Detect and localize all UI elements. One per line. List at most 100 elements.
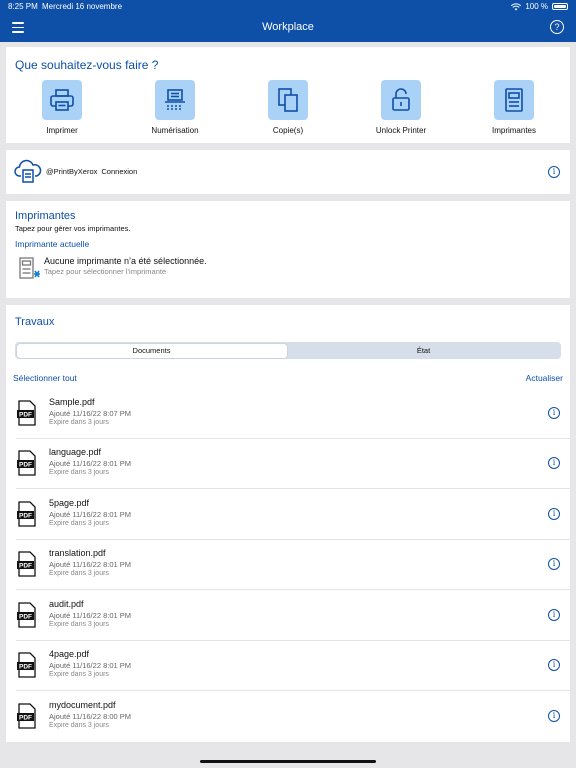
- job-added: Ajouté 11/16/22 8:01 PM: [49, 510, 132, 519]
- unlock-icon: [381, 80, 421, 120]
- printers-subtitle: Tapez pour gérer vos imprimantes.: [15, 224, 131, 233]
- jobs-card: Travaux Documents État Sélectionner tout…: [6, 305, 570, 742]
- job-name: 4page.pdf: [49, 649, 90, 659]
- job-info-icon[interactable]: i: [548, 710, 560, 722]
- row-divider: [16, 690, 570, 691]
- unlock-printer-button[interactable]: Unlock Printer: [351, 80, 451, 135]
- svg-text:PDF: PDF: [19, 513, 32, 520]
- svg-text:PDF: PDF: [19, 614, 32, 621]
- svg-text:PDF: PDF: [19, 664, 32, 671]
- job-info-icon[interactable]: i: [548, 457, 560, 469]
- job-added: Ajouté 11/16/22 8:00 PM: [49, 712, 132, 721]
- job-row[interactable]: PDF mydocument.pdf Ajouté 11/16/22 8:00 …: [6, 692, 570, 742]
- svg-text:PDF: PDF: [19, 563, 32, 570]
- job-expires: Expire dans 3 jours: [49, 722, 109, 729]
- job-name: language.pdf: [49, 447, 102, 457]
- printers-label: Imprimantes: [491, 126, 536, 135]
- job-expires: Expire dans 3 jours: [49, 520, 109, 527]
- current-printer-label: Imprimante actuelle: [15, 239, 90, 249]
- pdf-file-icon: PDF: [17, 400, 36, 426]
- cloud-info-icon[interactable]: i: [548, 166, 560, 178]
- cloud-login-link[interactable]: Connexion: [101, 167, 137, 176]
- svg-text:PDF: PDF: [19, 412, 32, 419]
- status-right: 100 %: [511, 2, 568, 11]
- row-divider: [16, 589, 570, 590]
- pdf-file-icon: PDF: [17, 551, 36, 577]
- copy-icon: [268, 80, 308, 120]
- job-row[interactable]: PDF 4page.pdf Ajouté 11/16/22 8:01 PM Ex…: [6, 641, 570, 691]
- row-divider: [16, 488, 570, 489]
- print-button[interactable]: Imprimer: [12, 80, 112, 135]
- pdf-file-icon: PDF: [17, 501, 36, 527]
- printer-icon: [42, 80, 82, 120]
- copy-label: Copie(s): [272, 126, 304, 135]
- scanner-icon: [155, 80, 195, 120]
- job-info-icon[interactable]: i: [548, 558, 560, 570]
- jobs-title: Travaux: [15, 316, 55, 328]
- job-info-icon[interactable]: i: [548, 407, 560, 419]
- select-all-link[interactable]: Sélectionner tout: [13, 373, 77, 383]
- home-indicator[interactable]: [200, 760, 376, 763]
- wifi-icon: [511, 2, 522, 10]
- cloud-handle: @PrintByXerox: [46, 167, 98, 176]
- nav-title: Workplace: [262, 21, 314, 33]
- job-added: Ajouté 11/16/22 8:01 PM: [49, 560, 132, 569]
- cloud-login-text: @PrintByXerox Connexion: [46, 167, 137, 176]
- scan-button[interactable]: Numérisation: [125, 80, 225, 135]
- job-added: Ajouté 11/16/22 8:01 PM: [49, 661, 132, 670]
- pdf-file-icon: PDF: [17, 703, 36, 729]
- job-row[interactable]: PDF language.pdf Ajouté 11/16/22 8:01 PM…: [6, 439, 570, 489]
- printers-card[interactable]: Imprimantes Tapez pour gérer vos imprima…: [6, 201, 570, 298]
- printers-title: Imprimantes: [15, 210, 76, 222]
- svg-text:PDF: PDF: [19, 715, 32, 722]
- status-bar: 8:25 PM Mercredi 16 novembre 100 %: [0, 0, 576, 14]
- job-added: Ajouté 11/16/22 8:01 PM: [49, 459, 132, 468]
- scan-label: Numérisation: [151, 126, 199, 135]
- cloud-print-icon: [14, 159, 42, 183]
- job-added: Ajouté 11/16/22 8:01 PM: [49, 611, 132, 620]
- job-expires: Expire dans 3 jours: [49, 469, 109, 476]
- svg-text:PDF: PDF: [19, 462, 32, 469]
- copy-button[interactable]: Copie(s): [238, 80, 338, 135]
- job-row[interactable]: PDF audit.pdf Ajouté 11/16/22 8:01 PM Ex…: [6, 591, 570, 641]
- printers-button[interactable]: Imprimantes: [464, 80, 564, 135]
- battery-icon: [552, 3, 568, 10]
- unlock-printer-label: Unlock Printer: [375, 126, 427, 135]
- status-time: 8:25 PM: [8, 2, 38, 11]
- job-row[interactable]: PDF translation.pdf Ajouté 11/16/22 8:01…: [6, 540, 570, 590]
- print-label: Imprimer: [46, 126, 78, 135]
- job-info-icon[interactable]: i: [548, 609, 560, 621]
- select-printer-hint: Tapez pour sélectionner l’imprimante: [44, 267, 167, 276]
- job-name: mydocument.pdf: [49, 700, 116, 710]
- no-printer-icon: [19, 257, 40, 279]
- cloud-login-card[interactable]: @PrintByXerox Connexion i: [6, 150, 570, 194]
- pdf-file-icon: PDF: [17, 450, 36, 476]
- job-name: 5page.pdf: [49, 498, 90, 508]
- job-expires: Expire dans 3 jours: [49, 419, 109, 426]
- pdf-file-icon: PDF: [17, 602, 36, 628]
- tab-status[interactable]: État: [288, 344, 559, 358]
- actions-question: Que souhaitez-vous faire ?: [15, 58, 159, 72]
- tab-documents[interactable]: Documents: [16, 343, 287, 358]
- job-name: translation.pdf: [49, 548, 106, 558]
- job-expires: Expire dans 3 jours: [49, 671, 109, 678]
- job-added: Ajouté 11/16/22 8:07 PM: [49, 409, 132, 418]
- nav-bar: Workplace ?: [0, 14, 576, 42]
- job-expires: Expire dans 3 jours: [49, 570, 109, 577]
- jobs-segmented-control: Documents État: [15, 342, 561, 359]
- job-info-icon[interactable]: i: [548, 659, 560, 671]
- status-date: Mercredi 16 novembre: [42, 2, 123, 11]
- refresh-link[interactable]: Actualiser: [526, 373, 563, 383]
- job-name: Sample.pdf: [49, 397, 95, 407]
- job-row[interactable]: PDF 5page.pdf Ajouté 11/16/22 8:01 PM Ex…: [6, 490, 570, 540]
- actions-card: Que souhaitez-vous faire ? Imprimer Numé…: [6, 47, 570, 143]
- job-expires: Expire dans 3 jours: [49, 621, 109, 628]
- job-info-icon[interactable]: i: [548, 508, 560, 520]
- job-name: audit.pdf: [49, 599, 84, 609]
- help-icon[interactable]: ?: [550, 20, 564, 34]
- battery-level: 100 %: [525, 2, 548, 11]
- no-printer-selected-text: Aucune imprimante n’a été sélectionnée.: [44, 256, 207, 266]
- job-row[interactable]: PDF Sample.pdf Ajouté 11/16/22 8:07 PM E…: [6, 389, 570, 439]
- pdf-file-icon: PDF: [17, 652, 36, 678]
- multifunction-printer-icon: [494, 80, 534, 120]
